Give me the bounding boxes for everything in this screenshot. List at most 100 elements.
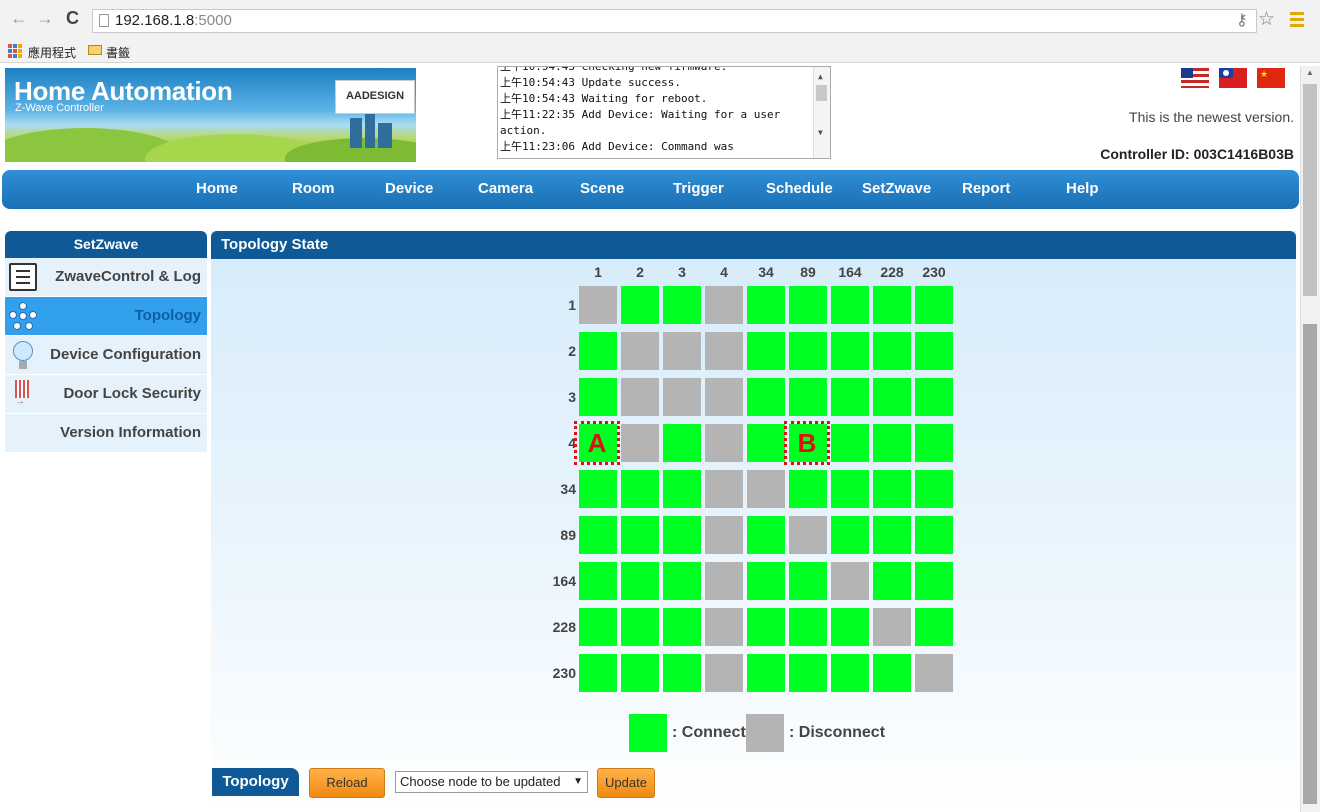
browser-reload-icon[interactable]: C xyxy=(66,8,79,28)
nav-home[interactable]: Home xyxy=(196,180,238,197)
banner-subtitle: Z-Wave Controller xyxy=(15,102,104,114)
sidebar-item-device-configuration[interactable]: Device Configuration xyxy=(5,336,207,375)
nav-device[interactable]: Device xyxy=(385,180,433,197)
bookmark-apps[interactable]: 應用程式 xyxy=(28,44,76,61)
nav-schedule[interactable]: Schedule xyxy=(766,180,833,197)
scroll-down-icon[interactable]: ▼ xyxy=(818,125,823,141)
topology-cell xyxy=(663,562,701,600)
back-arrow-icon[interactable]: ← xyxy=(10,8,28,28)
topology-cell xyxy=(873,654,911,692)
nav-setzwave[interactable]: SetZwave xyxy=(862,180,931,197)
reload-button[interactable]: Reload xyxy=(309,768,385,798)
sidebar-item-door-lock-security[interactable]: Door Lock Security xyxy=(5,375,207,414)
log-lines: 上午10:54:43 Checking new firmware. 上午10:54… xyxy=(500,66,812,155)
row-header: 89 xyxy=(560,527,576,543)
nav-help[interactable]: Help xyxy=(1066,180,1099,197)
nav-report[interactable]: Report xyxy=(962,180,1010,197)
row-header: 4 xyxy=(568,435,576,451)
topology-cell xyxy=(915,654,953,692)
nav-scene[interactable]: Scene xyxy=(580,180,624,197)
topology-cell xyxy=(747,516,785,554)
node-select[interactable]: Choose node to be updated ▼ xyxy=(395,771,588,793)
topology-cell xyxy=(831,470,869,508)
topology-cell xyxy=(789,608,827,646)
page-scrollbar[interactable]: ▲ xyxy=(1300,66,1320,812)
log-scrollbar[interactable]: ▲ ▼ xyxy=(813,67,830,158)
sidebar-title: SetZwave xyxy=(5,231,207,258)
scroll-up-icon[interactable]: ▲ xyxy=(1306,68,1314,77)
nav-camera[interactable]: Camera xyxy=(478,180,533,197)
topology-cell xyxy=(789,562,827,600)
address-bar[interactable]: 192.168.1.8:5000 xyxy=(92,9,1257,33)
topology-cell xyxy=(747,424,785,462)
topology-cell xyxy=(747,654,785,692)
topology-cell xyxy=(831,332,869,370)
topology-cell xyxy=(621,286,659,324)
english-flag-icon[interactable] xyxy=(1181,68,1209,88)
list-icon xyxy=(9,263,37,291)
sidebar-item-label: ZwaveControl & Log xyxy=(55,268,201,285)
nav-trigger[interactable]: Trigger xyxy=(673,180,724,197)
update-button[interactable]: Update xyxy=(597,768,655,798)
topology-cell xyxy=(621,516,659,554)
topology-cell xyxy=(705,562,743,600)
topology-cell xyxy=(705,378,743,416)
topology-cell xyxy=(873,332,911,370)
topology-cell xyxy=(579,286,617,324)
topology-cell xyxy=(831,286,869,324)
topology-cell xyxy=(789,286,827,324)
url-port: :5000 xyxy=(194,12,232,29)
banner-building xyxy=(350,118,362,148)
dropdown-caret-icon: ▼ xyxy=(573,776,583,787)
sidebar-item-topology[interactable]: Topology xyxy=(5,297,207,336)
topology-cell xyxy=(915,332,953,370)
log-line: 上午10:54:43 Checking new firmware. xyxy=(500,66,728,73)
scroll-thumb[interactable] xyxy=(816,85,827,101)
topology-cell xyxy=(663,378,701,416)
apps-grid-icon[interactable] xyxy=(8,44,22,58)
browser-menu-icon[interactable] xyxy=(1290,12,1304,30)
column-header: 34 xyxy=(758,264,774,280)
bookmark-star-icon[interactable]: ☆ xyxy=(1258,8,1275,31)
bookmarks-bar: 應用程式 書籤 xyxy=(0,40,1320,63)
topology-cell xyxy=(705,332,743,370)
sidebar-item-version-information[interactable]: Version Information xyxy=(5,414,207,453)
scroll-track-upper[interactable] xyxy=(1303,84,1317,296)
topology-cell xyxy=(747,378,785,416)
traditional-chinese-flag-icon[interactable] xyxy=(1219,68,1247,88)
topology-cell xyxy=(663,424,701,462)
topology-tag: Topology xyxy=(212,768,299,796)
topology-cell xyxy=(873,608,911,646)
topology-cell xyxy=(873,470,911,508)
url-host: 192.168.1.8 xyxy=(115,12,195,29)
folder-icon[interactable] xyxy=(88,45,102,55)
forward-arrow-icon[interactable]: → xyxy=(36,8,54,28)
log-textarea[interactable]: 上午10:54:43 Checking new firmware. 上午10:54… xyxy=(497,66,831,159)
topology-cell xyxy=(831,562,869,600)
bookmark-folder[interactable]: 書籤 xyxy=(106,44,130,61)
scroll-thumb[interactable] xyxy=(1303,324,1317,804)
log-line: 上午10:54:43 Update success. xyxy=(500,76,681,89)
node-select-value: Choose node to be updated xyxy=(400,774,561,789)
topology-cell xyxy=(621,470,659,508)
scroll-up-icon[interactable]: ▲ xyxy=(818,69,823,85)
annotation-marker: B xyxy=(784,421,830,465)
banner-building xyxy=(378,123,392,148)
topology-cell xyxy=(621,424,659,462)
page-icon xyxy=(99,14,109,27)
topology-cell xyxy=(831,608,869,646)
topology-cell xyxy=(705,424,743,462)
topology-cell xyxy=(915,424,953,462)
nav-room[interactable]: Room xyxy=(292,180,335,197)
topology-cell xyxy=(621,654,659,692)
topology-cell xyxy=(747,286,785,324)
simplified-chinese-flag-icon[interactable] xyxy=(1257,68,1285,88)
banner-building xyxy=(365,110,375,148)
topology-cell xyxy=(705,286,743,324)
log-line: 上午11:22:35 Add Device: Waiting for a use… xyxy=(500,108,787,137)
topology-cell xyxy=(915,608,953,646)
topology-cell xyxy=(663,608,701,646)
sidebar-item-zwave-control-log[interactable]: ZwaveControl & Log xyxy=(5,258,207,297)
key-icon[interactable]: ⚷ xyxy=(1236,10,1248,30)
row-header: 230 xyxy=(552,665,576,681)
